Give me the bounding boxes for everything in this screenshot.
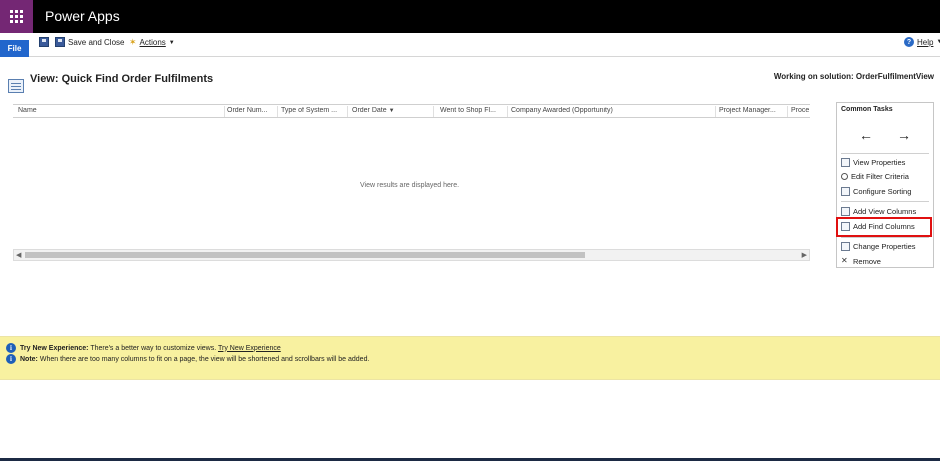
properties-icon — [841, 158, 850, 167]
task-label: Remove — [853, 257, 881, 266]
task-configure-sorting[interactable]: Configure Sorting — [841, 187, 911, 196]
filter-magnifier-icon — [841, 173, 848, 180]
solution-label: Working on solution: OrderFulfilmentView — [773, 72, 934, 81]
scrollbar-thumb[interactable] — [25, 252, 585, 258]
change-properties-icon — [841, 242, 850, 251]
add-columns-icon — [841, 207, 850, 216]
task-remove[interactable]: ✕ Remove — [841, 256, 881, 267]
task-label: Configure Sorting — [853, 187, 912, 196]
file-tab[interactable]: File — [0, 40, 29, 57]
app-launcher-button[interactable] — [0, 0, 33, 33]
help-icon: ? — [904, 37, 914, 47]
column-header-went-to-shop-floor[interactable]: Went to Shop Fl... — [440, 107, 506, 114]
waffle-icon — [10, 10, 23, 23]
sort-down-icon: ▼ — [388, 108, 395, 114]
save-icon — [39, 37, 49, 47]
note-notice: i Note: When there are too many columns … — [6, 354, 369, 364]
chevron-down-icon: ▼ — [168, 39, 175, 46]
notification-bar: i Try New Experience: There's a better w… — [0, 336, 940, 380]
save-button[interactable] — [39, 37, 49, 47]
grid-header: Name Order Num... Type of System ... Ord… — [13, 104, 810, 118]
column-header-project-manager[interactable]: Project Manager... — [719, 107, 787, 114]
task-label: View Properties — [853, 158, 906, 167]
task-edit-filter-criteria[interactable]: Edit Filter Criteria — [841, 172, 909, 181]
save-close-icon — [55, 37, 65, 47]
column-header-type-of-system[interactable]: Type of System ... — [281, 107, 345, 114]
help-label: Help — [917, 37, 934, 47]
note-text: When there are too many columns to fit o… — [39, 355, 370, 363]
task-label: Edit Filter Criteria — [851, 172, 909, 181]
try-label: Try New Experience: — [20, 344, 89, 352]
note-label: Note: — [20, 355, 38, 363]
top-bar: Power Apps — [0, 0, 940, 33]
ribbon: File Save and Close ✶ Actions ▼ ? Help ▼ — [0, 33, 940, 57]
common-tasks-panel: Common Tasks ← → View Properties Edit Fi… — [836, 102, 934, 268]
try-new-experience-link[interactable]: Try New Experience — [218, 345, 281, 352]
view-icon — [8, 79, 24, 93]
app-title: Power Apps — [45, 8, 120, 24]
column-header-name[interactable]: Name — [18, 107, 218, 114]
try-text: There's a better way to customize views. — [90, 344, 217, 352]
horizontal-scrollbar[interactable]: ◀ ▶ — [13, 249, 810, 261]
remove-icon: ✕ — [841, 256, 848, 265]
help-menu[interactable]: ? Help ▼ — [904, 37, 940, 47]
save-and-close-label: Save and Close — [68, 37, 125, 47]
actions-menu[interactable]: ✶ Actions ▼ — [129, 37, 175, 48]
column-header-order-number[interactable]: Order Num... — [227, 107, 275, 114]
page-title: View: Quick Find Order Fulfilments — [30, 73, 214, 85]
column-header-company-awarded[interactable]: Company Awarded (Opportunity) — [511, 107, 711, 114]
task-add-view-columns[interactable]: Add View Columns — [841, 207, 916, 216]
column-header-process[interactable]: Proce — [791, 107, 810, 114]
scroll-right-icon[interactable]: ▶ — [802, 251, 807, 259]
highlight-box — [836, 217, 932, 237]
actions-label: Actions — [139, 38, 166, 47]
sort-icon — [841, 187, 850, 196]
info-icon: i — [6, 343, 16, 353]
scroll-left-icon[interactable]: ◀ — [16, 251, 21, 259]
order-date-label: Order Date — [352, 107, 387, 114]
empty-grid-message: View results are displayed here. — [360, 182, 460, 189]
task-view-properties[interactable]: View Properties — [841, 158, 905, 167]
column-header-order-date[interactable]: Order Date ▼ — [352, 107, 412, 114]
save-and-close-button[interactable]: Save and Close — [55, 37, 124, 47]
move-right-arrow-icon[interactable]: → — [897, 127, 911, 143]
try-new-experience-notice: i Try New Experience: There's a better w… — [6, 343, 281, 353]
common-tasks-title: Common Tasks — [841, 106, 893, 113]
actions-icon: ✶ — [129, 37, 137, 47]
task-label: Change Properties — [853, 242, 916, 251]
chevron-down-icon: ▼ — [936, 39, 940, 45]
info-icon: i — [6, 354, 16, 364]
move-left-arrow-icon[interactable]: ← — [859, 127, 873, 143]
task-label: Add View Columns — [853, 207, 917, 216]
task-change-properties[interactable]: Change Properties — [841, 242, 916, 251]
